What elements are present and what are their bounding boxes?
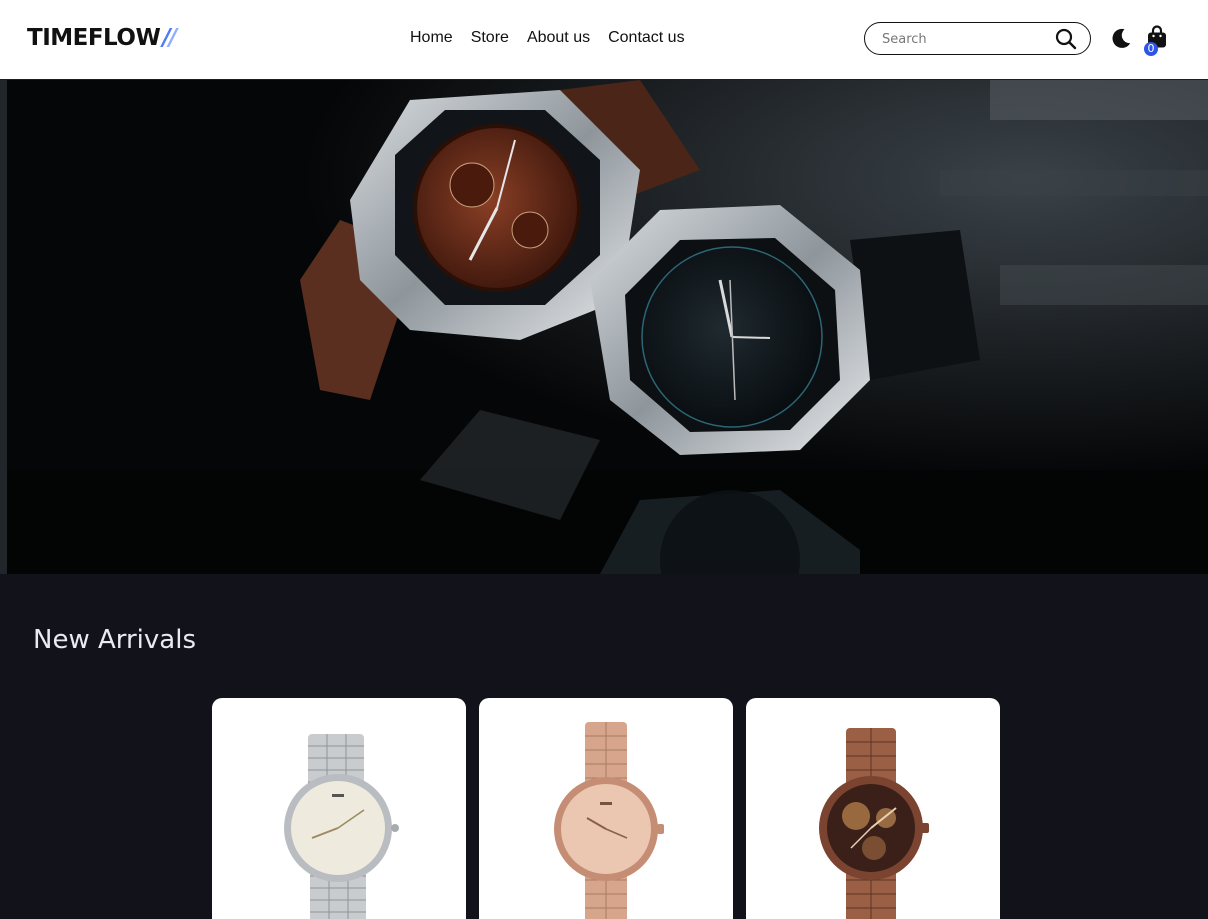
cart-count-badge: 0 (1144, 42, 1158, 56)
search-input[interactable] (882, 29, 1042, 49)
product-card[interactable] (479, 698, 733, 919)
moon-icon[interactable] (1109, 26, 1133, 50)
product-card[interactable] (746, 698, 1000, 919)
hero-image (0, 80, 1208, 574)
search-box (864, 22, 1091, 55)
product-card[interactable] (212, 698, 466, 919)
product-image-silver-watch (284, 734, 399, 919)
logo-mark: // (162, 25, 177, 51)
search-icon[interactable] (1055, 28, 1077, 50)
product-image-rose-gold-watch (554, 722, 664, 919)
section-title: New Arrivals (33, 625, 196, 655)
new-arrivals-section: New Arrivals (0, 574, 1208, 919)
product-image-bronze-skeleton-watch (819, 728, 929, 919)
hero-banner (0, 80, 1208, 574)
logo-text: TIMEFLOW (27, 25, 161, 51)
logo[interactable]: TIMEFLOW// (27, 24, 177, 52)
site-header: TIMEFLOW// Home Store About us Contact u… (0, 0, 1208, 80)
nav-about-us[interactable]: About us (527, 28, 590, 48)
main-nav: Home Store About us Contact us (410, 28, 685, 48)
nav-store[interactable]: Store (471, 28, 509, 48)
nav-contact-us[interactable]: Contact us (608, 28, 684, 48)
hero-edge (0, 80, 7, 574)
nav-home[interactable]: Home (410, 28, 453, 48)
